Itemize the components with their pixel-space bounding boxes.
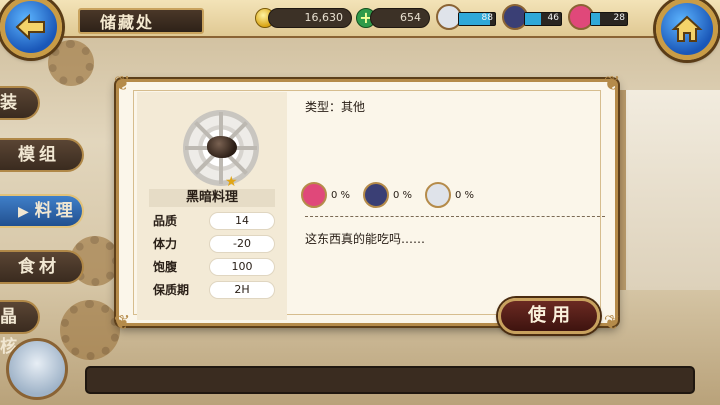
stat-value: 2H — [209, 281, 275, 299]
item-description: 这东西真的能吃吗…… — [305, 232, 426, 246]
member-value: 46 — [547, 13, 559, 23]
stat-label: 体力 — [153, 237, 178, 251]
stat-value: 14 — [209, 212, 275, 230]
affinity-percent: 0 % — [393, 190, 413, 201]
stat-value: -20 — [209, 235, 275, 253]
back-arrow-icon — [15, 13, 45, 41]
item-detail-dialog: ❦ ❦ ❦ ❦ ★ 黑暗料理 品质 14 体力 -20 饱腹 100 保质期 2… — [114, 72, 621, 333]
item-type: 类型：其他 — [305, 100, 366, 114]
divider — [305, 216, 605, 217]
stat-label: 饱腹 — [153, 260, 178, 274]
home-button[interactable] — [656, 0, 718, 60]
star-icon: ★ — [225, 174, 238, 190]
affinity-percent: 0 % — [331, 190, 351, 201]
message-bar — [85, 366, 695, 394]
stat-row-quality: 品质 14 — [149, 211, 275, 231]
tab-modules[interactable]: 模组 — [0, 138, 84, 172]
tab-crystal-core[interactable]: 晶核 — [0, 300, 40, 357]
use-button[interactable]: 使用 — [498, 298, 600, 334]
gold-counter: 16,630 — [268, 8, 352, 28]
corner-ornament-icon: ❦ — [603, 310, 621, 334]
avatar — [363, 182, 389, 208]
stat-label: 保质期 — [153, 283, 190, 297]
affinity-percent: 0 % — [455, 190, 475, 201]
party-member-slot[interactable]: 46 — [502, 4, 564, 30]
tab-ingredients[interactable]: 食材 — [0, 250, 84, 284]
tab-equipment[interactable]: 装 — [0, 86, 40, 120]
party-member-slot[interactable]: 88 — [436, 4, 498, 30]
item-name: 黑暗料理 — [149, 189, 275, 207]
item-emblem — [183, 110, 259, 186]
top-bar: 储藏处 16,630 + 654 88 46 28 — [0, 0, 720, 38]
member-value: 88 — [481, 13, 493, 23]
home-icon — [671, 15, 703, 42]
corner-ornament-icon: ❦ — [603, 71, 621, 95]
corner-ornament-icon: ❦ — [113, 71, 131, 95]
corner-ornament-icon: ❦ — [113, 310, 131, 334]
tab-cooking-label: 料理 — [34, 201, 77, 221]
mascot-avatar[interactable] — [6, 338, 68, 400]
gear-decoration — [48, 40, 94, 86]
stat-row-fullness: 饱腹 100 — [149, 257, 275, 277]
stat-value: 100 — [209, 258, 275, 276]
stat-label: 品质 — [153, 214, 178, 228]
avatar — [425, 182, 451, 208]
tab-cooking[interactable]: ▶ 料理 — [0, 194, 84, 228]
page-title: 储藏处 — [100, 13, 155, 32]
stat-row-shelf-life: 保质期 2H — [149, 280, 275, 300]
background-window — [620, 90, 720, 290]
stat-row-stamina: 体力 -20 — [149, 234, 275, 254]
dark-dish-icon — [207, 136, 237, 158]
avatar — [301, 182, 327, 208]
chevron-right-icon: ▶ — [18, 204, 33, 220]
stamina-counter: 654 — [370, 8, 430, 28]
member-value: 28 — [613, 13, 625, 23]
party-member-slot[interactable]: 28 — [568, 4, 630, 30]
